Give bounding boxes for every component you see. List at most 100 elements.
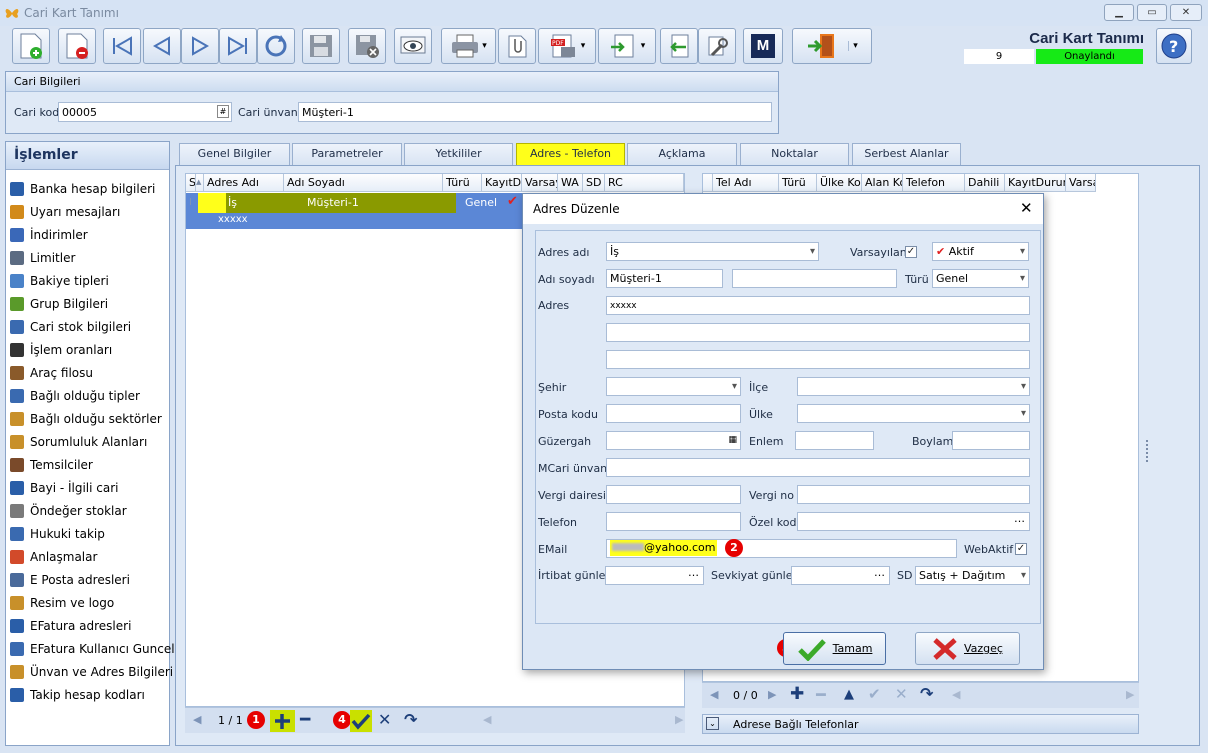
enlem-input[interactable] xyxy=(795,431,874,450)
cancel-phone-button[interactable]: ✕ xyxy=(895,685,908,703)
phone-footer[interactable]: ⌄ Adrese Bağlı Telefonlar xyxy=(702,714,1139,734)
ulke-select[interactable] xyxy=(797,404,1030,423)
dialog-close-button[interactable]: ✕ xyxy=(1020,199,1033,217)
sidebar-item-5[interactable]: Grup Bilgileri xyxy=(10,292,108,315)
scroll-left-icon[interactable]: ◀ xyxy=(952,688,960,701)
col-ulke-kodu[interactable]: Ülke Koc xyxy=(817,174,862,192)
code-picker-button[interactable]: # xyxy=(217,105,229,118)
ellipsis-icon[interactable]: … xyxy=(874,567,885,581)
scroll-right-icon[interactable]: ▶ xyxy=(675,713,683,726)
sidebar-item-17[interactable]: E Posta adresleri xyxy=(10,568,130,591)
confirm-phone-button[interactable]: ✔ xyxy=(868,685,881,703)
tab-aciklama[interactable]: Açklama xyxy=(627,143,737,165)
ozel-kod-input[interactable]: … xyxy=(797,512,1030,531)
prev-page-icon[interactable]: ◀ xyxy=(193,713,201,726)
collapse-icon[interactable]: ⌄ xyxy=(706,717,719,730)
sidebar-item-19[interactable]: EFatura adresleri xyxy=(10,614,131,637)
sidebar-item-8[interactable]: Araç filosu xyxy=(10,361,93,384)
col-tel-adi[interactable]: Tel Adı xyxy=(713,174,779,192)
delete-record-button[interactable] xyxy=(58,28,96,64)
minimize-button[interactable]: ▁ xyxy=(1104,4,1134,21)
sehir-select[interactable] xyxy=(606,377,741,396)
add-phone-button[interactable]: ✚ xyxy=(790,684,804,704)
telefon-input[interactable] xyxy=(606,512,741,531)
vergi-dairesi-input[interactable] xyxy=(606,485,741,504)
col-varsay[interactable]: Varsay xyxy=(522,174,558,192)
sidebar-item-4[interactable]: Bakiye tipleri xyxy=(10,269,109,292)
col-alan-kodu[interactable]: Alan Ko xyxy=(862,174,903,192)
sidebar-item-0[interactable]: Banka hesap bilgileri xyxy=(10,177,155,200)
sidebar-item-18[interactable]: Resim ve logo xyxy=(10,591,114,614)
confirm-row-button[interactable] xyxy=(350,710,372,732)
sidebar-item-6[interactable]: Cari stok bilgileri xyxy=(10,315,131,338)
refresh-row-button[interactable]: ↷ xyxy=(404,710,417,729)
col-kayitdurumu[interactable]: KayıtDurumu xyxy=(1005,174,1066,192)
prev-page-icon[interactable]: ◀ xyxy=(710,688,718,701)
cancel-button[interactable]: Vazgeç xyxy=(915,632,1020,665)
remove-row-button[interactable]: ━ xyxy=(300,710,310,730)
move-up-button[interactable]: ▲ xyxy=(844,687,854,702)
sd-select[interactable]: Satış + Dağıtım xyxy=(915,566,1030,585)
col-s[interactable]: S xyxy=(186,174,196,192)
first-record-button[interactable] xyxy=(103,28,141,64)
vergi-no-input[interactable] xyxy=(797,485,1030,504)
turu-select[interactable]: Genel xyxy=(932,269,1029,288)
print-button[interactable]: ▾ xyxy=(441,28,496,64)
help-button[interactable]: ? xyxy=(1156,28,1192,64)
sidebar-item-16[interactable]: Anlaşmalar xyxy=(10,545,97,568)
webaktif-checkbox[interactable]: ✓ xyxy=(1015,543,1027,555)
adi-input[interactable]: Müşteri-1 xyxy=(606,269,723,288)
preview-button[interactable] xyxy=(394,28,432,64)
new-record-button[interactable] xyxy=(12,28,50,64)
col-dahili[interactable]: Dahili xyxy=(965,174,1005,192)
import-button[interactable]: ▾ xyxy=(598,28,656,64)
sidebar-item-2[interactable]: İndirimler xyxy=(10,223,88,246)
sidebar-item-22[interactable]: Takip hesap kodları xyxy=(10,683,145,706)
col-tel-turu[interactable]: Türü xyxy=(779,174,817,192)
col-turu[interactable]: Türü xyxy=(443,174,482,192)
splitter-handle[interactable] xyxy=(1146,440,1149,462)
save-close-button[interactable] xyxy=(348,28,386,64)
guzergah-input[interactable]: ▦ xyxy=(606,431,741,450)
col-sd[interactable]: SD xyxy=(583,174,605,192)
ok-button[interactable]: Tamam xyxy=(783,632,886,665)
soyadi-input[interactable] xyxy=(732,269,897,288)
tab-serbest-alanlar[interactable]: Serbest Alanlar xyxy=(852,143,961,165)
sidebar-item-1[interactable]: Uyarı mesajları xyxy=(10,200,120,223)
col-rc[interactable]: RC xyxy=(605,174,684,192)
adres-adi-select[interactable]: İş xyxy=(606,242,819,261)
adres-line1-input[interactable]: xxxxx xyxy=(606,296,1030,315)
exit-button[interactable]: ▾ xyxy=(792,28,872,64)
tab-yetkililer[interactable]: Yetkililer xyxy=(404,143,513,165)
varsayilan-checkbox[interactable]: ✓ xyxy=(905,246,917,258)
mcari-input[interactable] xyxy=(606,458,1030,477)
sidebar-item-10[interactable]: Bağlı olduğu sektörler xyxy=(10,407,162,430)
ellipsis-icon[interactable]: … xyxy=(1014,513,1025,527)
sidebar-item-11[interactable]: Sorumluluk Alanları xyxy=(10,430,147,453)
col-adi-soyadi[interactable]: Adı Soyadı xyxy=(284,174,443,192)
sidebar-item-9[interactable]: Bağlı olduğu tipler xyxy=(10,384,140,407)
col-adres-adi[interactable]: Adres Adı xyxy=(204,174,284,192)
add-row-button[interactable] xyxy=(270,710,295,732)
refresh-button[interactable] xyxy=(257,28,295,64)
maximize-button[interactable]: ▭ xyxy=(1137,4,1167,21)
tab-genel-bilgiler[interactable]: Genel Bilgiler xyxy=(179,143,290,165)
scroll-right-icon[interactable]: ▶ xyxy=(1126,688,1134,701)
sidebar-item-12[interactable]: Temsilciler xyxy=(10,453,93,476)
sidebar-item-20[interactable]: EFatura Kullanıcı Guncelle xyxy=(10,637,185,660)
adres-line3-input[interactable] xyxy=(606,350,1030,369)
tab-adres-telefon[interactable]: Adres - Telefon xyxy=(516,143,625,165)
close-window-button[interactable]: ✕ xyxy=(1170,4,1202,21)
ilce-select[interactable] xyxy=(797,377,1030,396)
export-pdf-button[interactable]: PDF ▾ xyxy=(538,28,596,64)
posta-kodu-input[interactable] xyxy=(606,404,741,423)
back-doc-button[interactable] xyxy=(660,28,698,64)
email-input[interactable]: @yahoo.com xyxy=(606,539,957,558)
tab-parametreler[interactable]: Parametreler xyxy=(292,143,402,165)
refresh-phone-button[interactable]: ↷ xyxy=(920,684,933,703)
ellipsis-icon[interactable]: … xyxy=(688,567,699,581)
sidebar-item-13[interactable]: Bayi - İlgili cari xyxy=(10,476,119,499)
save-button[interactable] xyxy=(302,28,340,64)
scroll-left-icon[interactable]: ◀ xyxy=(483,713,491,726)
cari-code-input[interactable]: 00005 # xyxy=(58,102,232,122)
